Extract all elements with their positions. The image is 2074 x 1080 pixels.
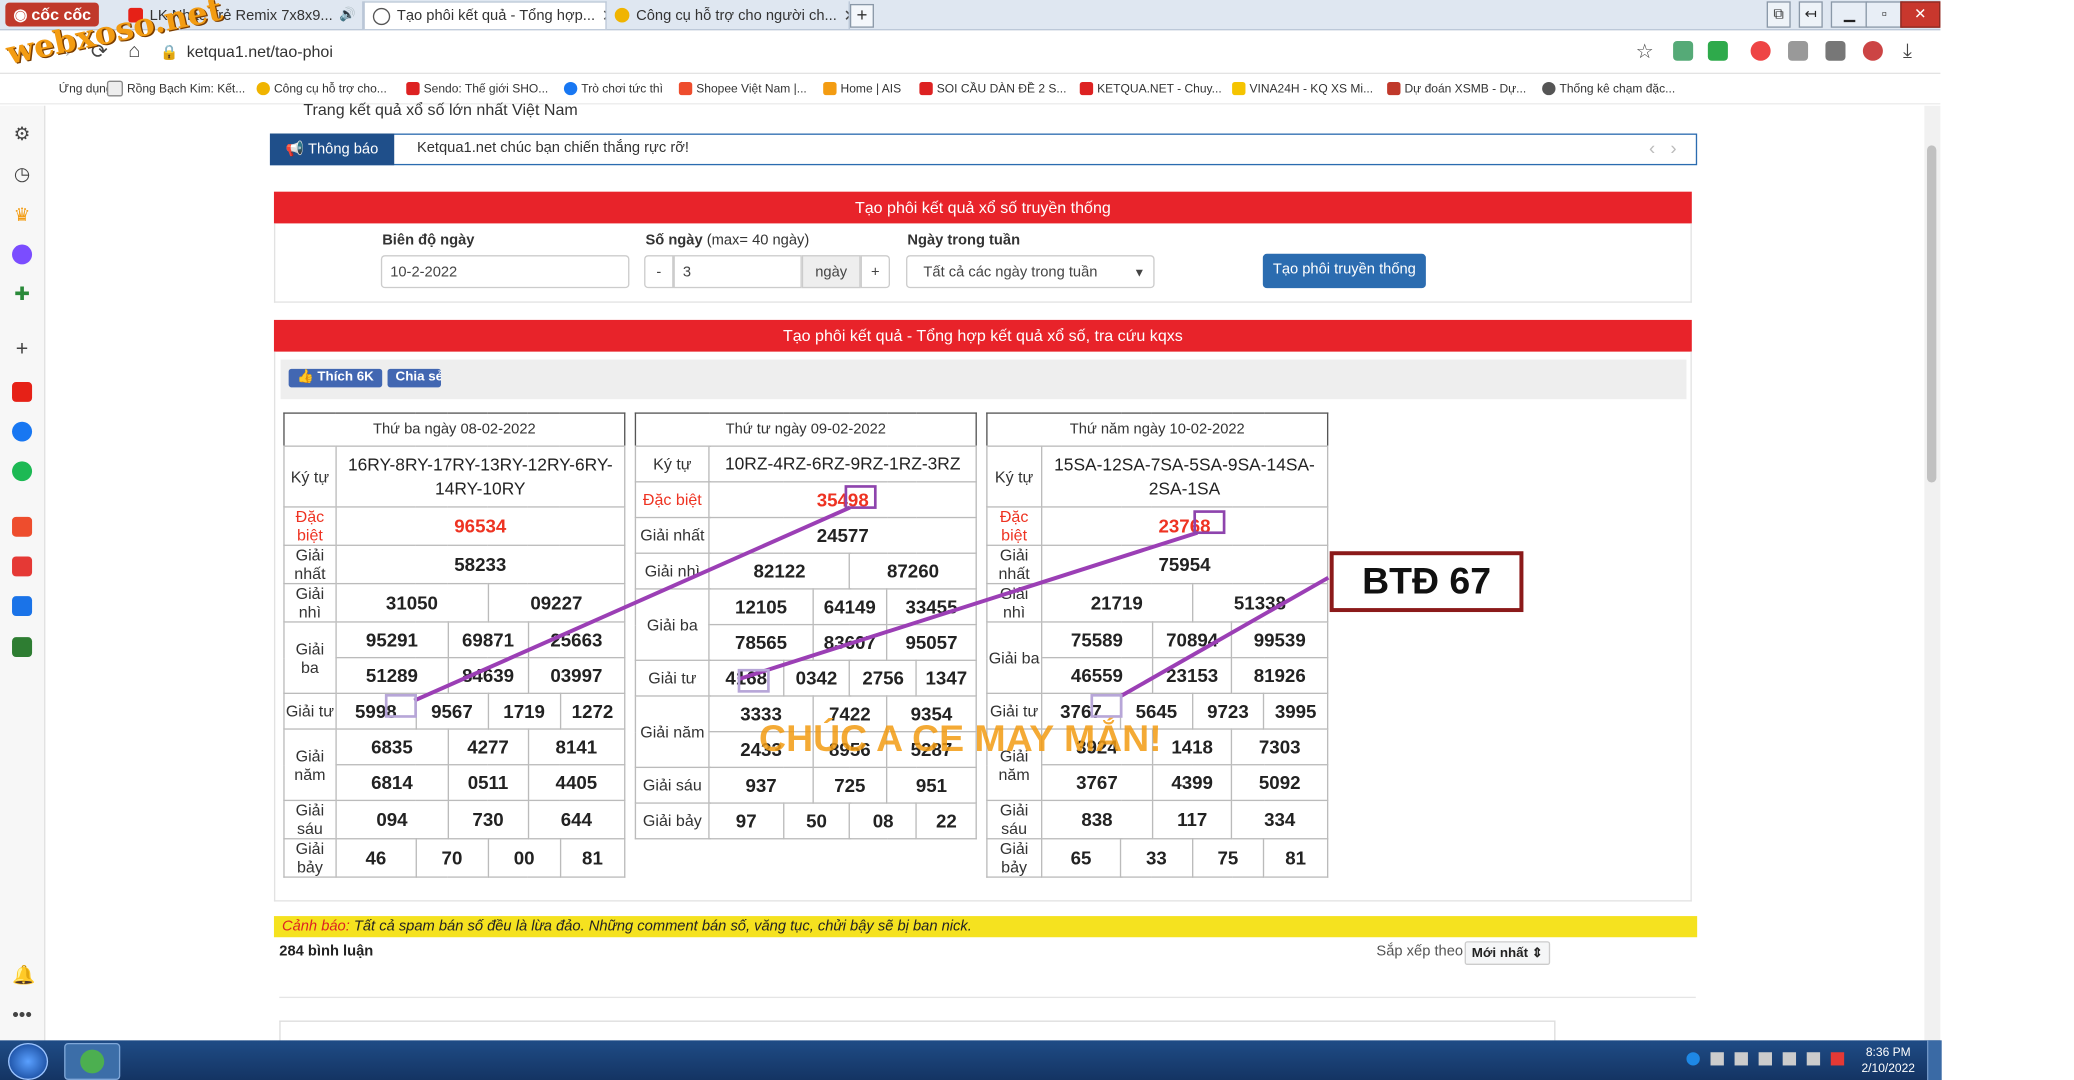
taskbar-coccoc[interactable] <box>64 1042 121 1080</box>
sort-select[interactable]: Mới nhất ⇕ <box>1464 941 1551 965</box>
start-button[interactable] <box>8 1042 49 1080</box>
highlight-box <box>1090 694 1123 718</box>
annotation-line <box>737 530 1198 682</box>
scrollbar-thumb[interactable] <box>1927 145 1937 483</box>
tray-icon[interactable] <box>1734 1052 1748 1066</box>
clock-date: 2/10/2022 <box>1861 1061 1915 1075</box>
clock-time: 8:36 PM <box>1865 1045 1911 1059</box>
annotation-line <box>413 505 851 703</box>
display-icon[interactable] <box>1806 1052 1821 1066</box>
tray-icon[interactable] <box>1710 1052 1724 1066</box>
screen: ◉cốc cốc LK Nhạc Trẻ Remix 7x8x9...🔊✕ Tạ… <box>0 0 2074 1080</box>
warning-prefix: Cảnh báo: <box>281 918 350 935</box>
sort-label: Sắp xếp theo <box>1376 943 1464 960</box>
chevron-updown-icon: ⇕ <box>1531 946 1543 962</box>
volume-icon[interactable] <box>1782 1052 1797 1066</box>
comment-input[interactable] <box>279 1020 1556 1041</box>
show-desktop-button[interactable] <box>1927 1040 1942 1080</box>
wish-annotation: CHÚC A CE MAY MẮN! <box>759 717 1162 759</box>
warning-text: Tất cả spam bán số đều là lừa đảo. Những… <box>353 918 972 935</box>
warning-bar: Cảnh báo: Tất cả spam bán số đều là lừa … <box>273 916 1698 938</box>
highlight-box <box>737 668 770 693</box>
divider <box>279 996 1696 999</box>
unikey-icon[interactable] <box>1830 1052 1845 1066</box>
windows-taskbar <box>0 1040 1941 1080</box>
coccoc-app-icon <box>80 1049 105 1074</box>
sort-value: Mới nhất <box>1471 946 1529 962</box>
highlight-box <box>384 694 417 718</box>
network-icon[interactable] <box>1758 1052 1772 1066</box>
clock[interactable]: 8:36 PM 2/10/2022 <box>1860 1044 1916 1076</box>
highlight-box <box>844 485 877 509</box>
highlight-box <box>1193 510 1226 535</box>
tray-icon[interactable] <box>1686 1052 1700 1066</box>
comments-count: 284 bình luận <box>279 943 374 960</box>
annotation-line <box>1118 575 1330 699</box>
btd-annotation-box: BTĐ 67 <box>1329 551 1524 613</box>
